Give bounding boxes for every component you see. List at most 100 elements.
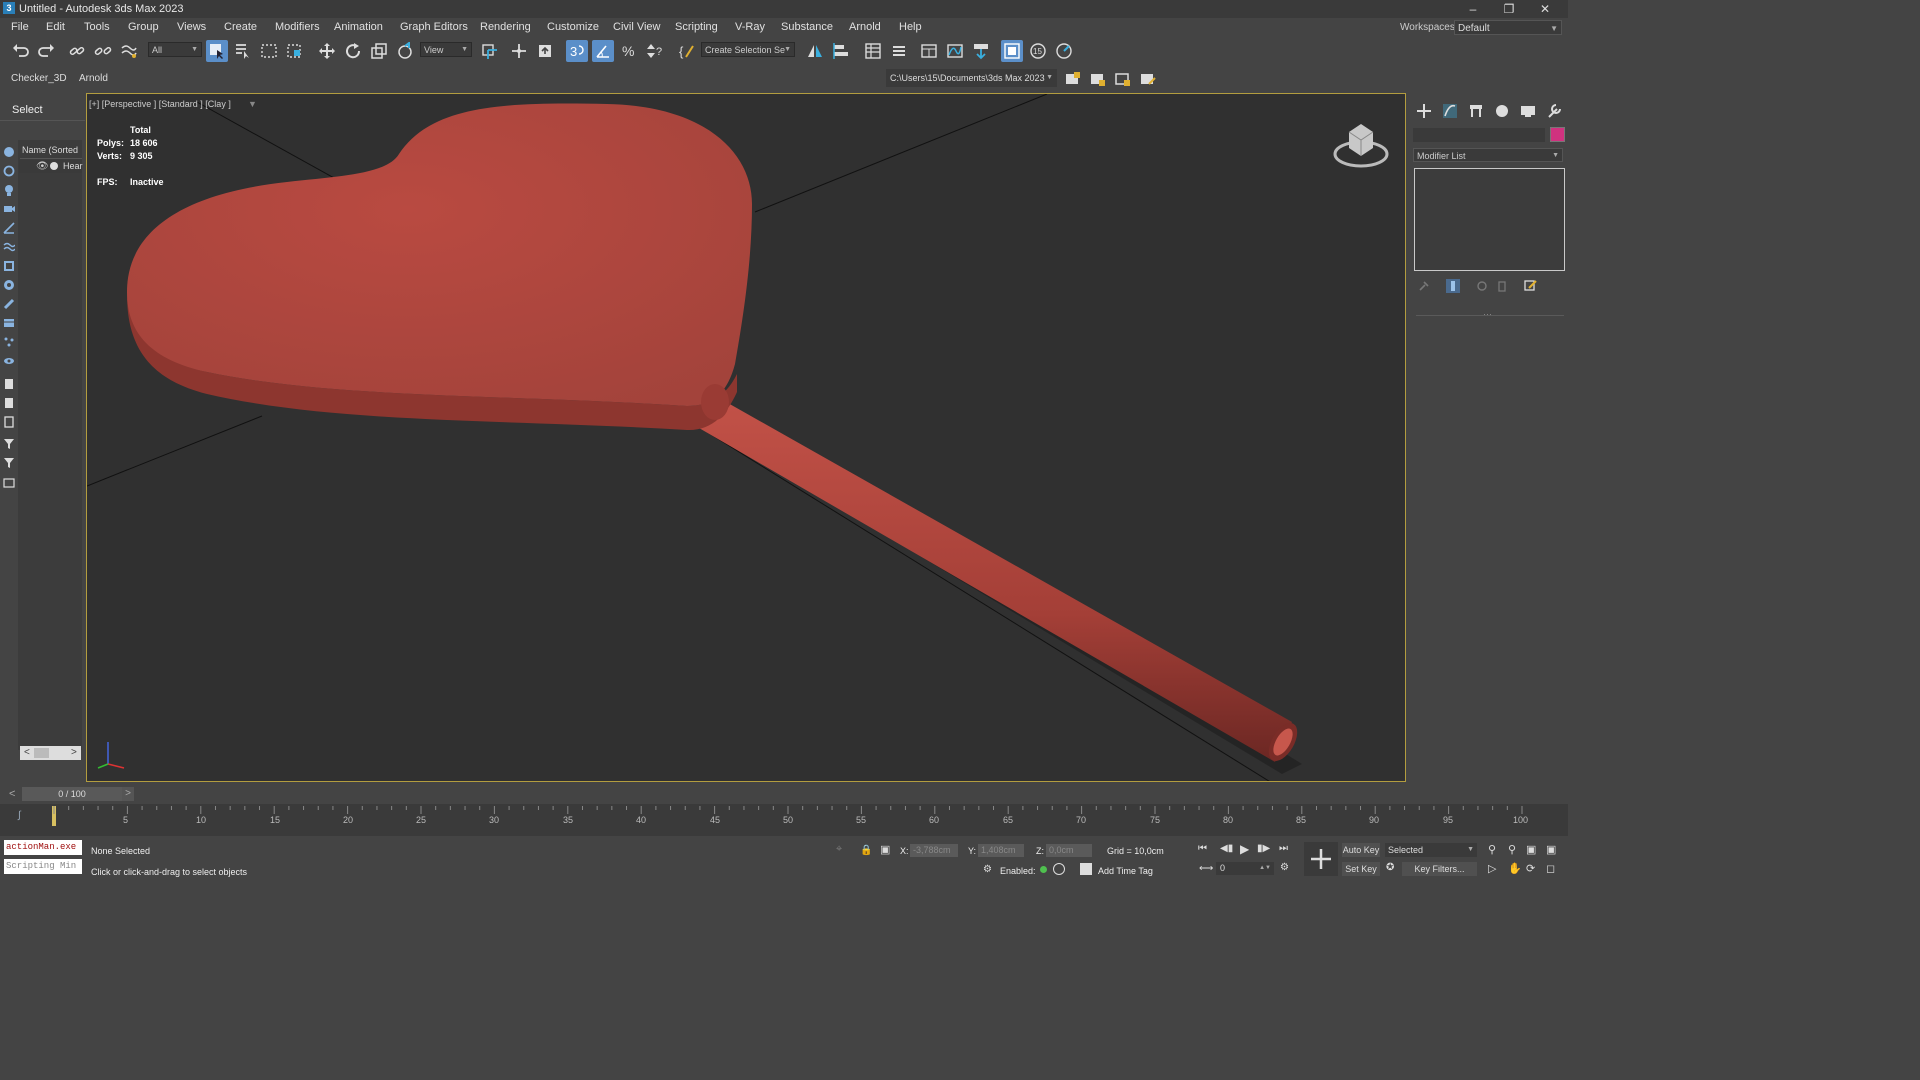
unlink-icon[interactable]: [92, 40, 114, 62]
workspace-select[interactable]: Default ▼: [1454, 20, 1562, 35]
visibility-eye-icon[interactable]: 👁: [36, 161, 49, 172]
window-crossing-icon[interactable]: [284, 40, 306, 62]
menu-rendering[interactable]: Rendering: [480, 21, 531, 33]
menu-create[interactable]: Create: [224, 21, 257, 33]
open-project-icon[interactable]: [1087, 68, 1109, 90]
show-end-result-icon[interactable]: [1446, 279, 1460, 293]
previous-frame-icon[interactable]: ◀▮: [1220, 843, 1233, 854]
x-coordinate-field[interactable]: -3,788cm: [910, 844, 958, 857]
display-influences-icon[interactable]: [3, 397, 15, 409]
menu-civil-view[interactable]: Civil View: [613, 21, 660, 33]
field-of-view-icon[interactable]: ▷: [1488, 862, 1496, 875]
maxscript-mini-input[interactable]: Scripting Min: [4, 859, 82, 874]
link-icon[interactable]: [66, 40, 88, 62]
time-tag-icon[interactable]: [1080, 863, 1092, 875]
filter-none-icon[interactable]: [3, 457, 15, 469]
go-to-end-icon[interactable]: ⏭: [1279, 843, 1288, 854]
scroll-thumb[interactable]: [34, 748, 49, 758]
selection-filter-dropdown[interactable]: All ▼: [148, 42, 202, 57]
modifier-stack[interactable]: [1414, 168, 1565, 271]
object-name-input[interactable]: [1413, 128, 1545, 142]
menu-customize[interactable]: Customize: [547, 21, 599, 33]
object-color-swatch[interactable]: [1550, 127, 1565, 142]
filter-all-icon[interactable]: [3, 438, 15, 450]
auto-key-button[interactable]: Auto Key: [1342, 843, 1380, 857]
tab-arnold[interactable]: Arnold: [79, 73, 108, 84]
isolate-selection-icon[interactable]: ⌖: [836, 843, 842, 856]
adaptive-degradation-icon[interactable]: ⚙: [983, 864, 992, 875]
reference-coordinate-dropdown[interactable]: View ▼: [420, 42, 472, 57]
menu-graph-editors[interactable]: Graph Editors: [400, 21, 468, 33]
create-tab-icon[interactable]: [1415, 102, 1433, 120]
menu-substance[interactable]: Substance: [781, 21, 833, 33]
project-settings-icon[interactable]: [1137, 68, 1159, 90]
remove-modifier-icon[interactable]: [1496, 280, 1508, 292]
rectangular-selection-icon[interactable]: [258, 40, 280, 62]
filter-invert-icon[interactable]: [3, 476, 15, 488]
menu-modifiers[interactable]: Modifiers: [275, 21, 320, 33]
display-tab-icon[interactable]: [1519, 102, 1537, 120]
display-space-warps-icon[interactable]: [3, 241, 16, 253]
bind-space-warp-icon[interactable]: [118, 40, 140, 62]
go-to-start-icon[interactable]: ⏮: [1198, 843, 1207, 854]
move-icon[interactable]: [316, 40, 338, 62]
maximize-viewport-icon[interactable]: ◻: [1546, 862, 1555, 875]
display-particles-icon[interactable]: [3, 336, 15, 348]
curve-editor-icon[interactable]: [944, 40, 966, 62]
zoom-extents-all-icon[interactable]: ▣: [1546, 843, 1556, 856]
display-bones-icon[interactable]: [3, 298, 15, 310]
select-object-icon[interactable]: [206, 40, 228, 62]
close-icon[interactable]: ✕: [1530, 1, 1560, 17]
hierarchy-tab-icon[interactable]: [1467, 102, 1485, 120]
select-menu-label[interactable]: Select: [12, 104, 43, 116]
toggle-ribbon-icon[interactable]: [918, 40, 940, 62]
restore-icon[interactable]: ❐: [1494, 1, 1524, 17]
display-helpers-icon[interactable]: [3, 222, 15, 234]
perspective-viewport[interactable]: [86, 93, 1406, 782]
project-folder-icon[interactable]: [1062, 68, 1084, 90]
set-key-big-icon[interactable]: [1304, 842, 1338, 876]
pin-stack-icon[interactable]: [1418, 280, 1430, 292]
absolute-mode-icon[interactable]: ▣: [880, 843, 890, 856]
menu-edit[interactable]: Edit: [46, 21, 65, 33]
display-dependents-icon[interactable]: [3, 416, 15, 428]
schematic-view-icon[interactable]: [970, 40, 992, 62]
menu-tools[interactable]: Tools: [84, 21, 110, 33]
viewport-filter-icon[interactable]: ▼: [248, 99, 257, 109]
utilities-tab-icon[interactable]: [1545, 102, 1563, 120]
menu-help[interactable]: Help: [899, 21, 922, 33]
key-filters-button[interactable]: Key Filters...: [1402, 862, 1477, 876]
undo-icon[interactable]: [10, 40, 32, 62]
display-xrefs-icon[interactable]: [3, 279, 15, 291]
create-project-icon[interactable]: [1112, 68, 1134, 90]
menu-file[interactable]: File: [11, 21, 29, 33]
make-unique-icon[interactable]: [1476, 280, 1488, 292]
display-hidden-icon[interactable]: [3, 355, 15, 367]
display-groups-icon[interactable]: [3, 260, 15, 272]
display-containers-icon[interactable]: [3, 317, 15, 329]
menu-group[interactable]: Group: [128, 21, 159, 33]
angle-snap-icon[interactable]: [592, 40, 614, 62]
zoom-all-icon[interactable]: ⚲: [1508, 843, 1516, 856]
pan-view-icon[interactable]: ✋: [1508, 862, 1522, 875]
zoom-icon[interactable]: ⚲: [1488, 843, 1496, 856]
y-coordinate-field[interactable]: 1,408cm: [978, 844, 1024, 857]
display-cameras-icon[interactable]: [3, 203, 15, 215]
modify-tab-icon[interactable]: [1441, 102, 1459, 120]
time-prev-icon[interactable]: <: [9, 788, 15, 800]
motion-tab-icon[interactable]: [1493, 102, 1511, 120]
next-frame-icon[interactable]: ▮▶: [1257, 843, 1270, 854]
select-by-name-icon[interactable]: [232, 40, 254, 62]
display-shapes-icon[interactable]: [3, 165, 15, 177]
add-time-tag-label[interactable]: Add Time Tag: [1098, 866, 1153, 876]
display-geometry-icon[interactable]: [3, 146, 15, 158]
zoom-extents-icon[interactable]: ▣: [1526, 843, 1536, 856]
set-key-button[interactable]: Set Key: [1342, 862, 1380, 876]
layer-explorer-icon[interactable]: [888, 40, 910, 62]
selection-lock-icon[interactable]: 🔒: [860, 845, 872, 856]
mirror-icon[interactable]: [804, 40, 826, 62]
column-header-name[interactable]: Name (Sorted A: [22, 145, 80, 155]
menu-animation[interactable]: Animation: [334, 21, 383, 33]
menu-vray[interactable]: V-Ray: [735, 21, 765, 33]
enabled-toggle-icon[interactable]: [1053, 863, 1065, 875]
